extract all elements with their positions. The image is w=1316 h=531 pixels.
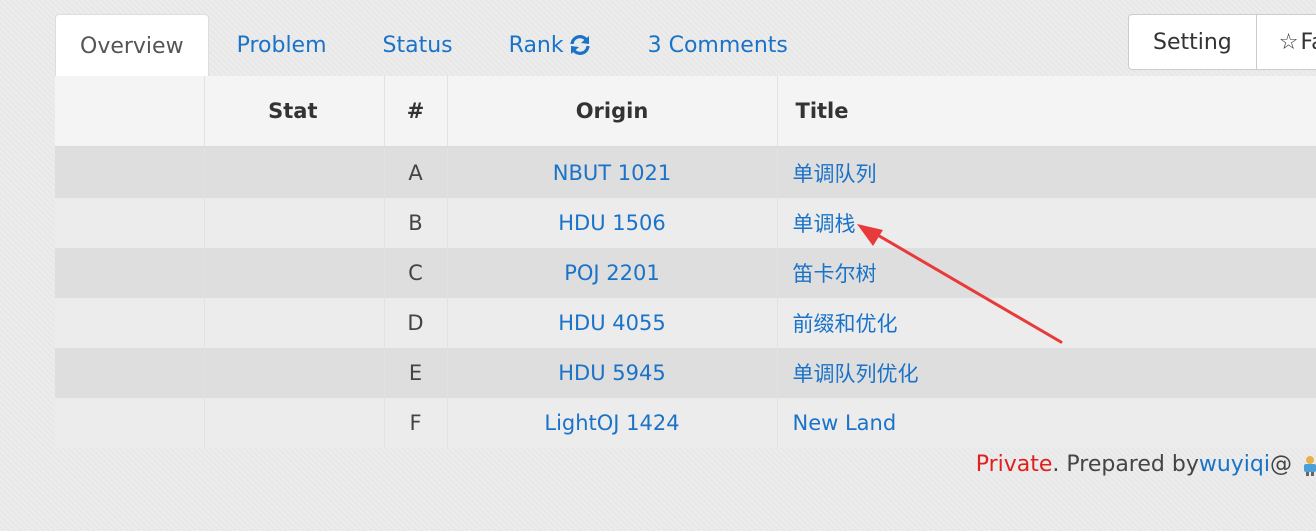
- problem-title-link[interactable]: 笛卡尔树: [793, 262, 877, 286]
- stat-cell: [204, 398, 385, 448]
- tab-comments-label: 3 Comments: [647, 32, 788, 58]
- problem-origin-link[interactable]: HDU 4055: [558, 311, 665, 335]
- problem-origin-link[interactable]: POJ 2201: [564, 261, 660, 285]
- tab-status-label: Status: [382, 32, 453, 58]
- row-blank-cell: [55, 147, 205, 198]
- header-origin[interactable]: Origin: [447, 76, 778, 148]
- problem-title-link[interactable]: 前缀和优化: [793, 312, 898, 336]
- tab-problem[interactable]: Problem: [209, 14, 355, 76]
- problem-index: C: [384, 248, 448, 298]
- author-link[interactable]: wuyiqi: [1199, 452, 1270, 477]
- star-icon: ☆: [1278, 29, 1299, 55]
- stat-cell: [204, 147, 385, 198]
- problem-origin-link[interactable]: NBUT 1021: [553, 161, 671, 185]
- table-row: A NBUT 1021 单调队列: [55, 147, 1316, 198]
- tab-comments[interactable]: 3 Comments: [620, 14, 816, 76]
- stat-cell: [204, 198, 385, 248]
- table-row: B HDU 1506 单调栈: [55, 198, 1316, 248]
- problem-index: A: [384, 147, 448, 198]
- table-row: E HDU 5945 单调队列优化: [55, 348, 1316, 398]
- header-title[interactable]: Title: [777, 76, 1316, 148]
- problem-title-link[interactable]: 单调队列: [793, 162, 877, 186]
- favorite-button-label: Fa: [1300, 29, 1316, 55]
- problem-origin-link[interactable]: LightOJ 1424: [544, 411, 679, 435]
- problem-origin-link[interactable]: HDU 1506: [558, 211, 665, 235]
- header-stat[interactable]: Stat: [204, 76, 385, 148]
- tab-overview[interactable]: Overview: [55, 14, 209, 77]
- problem-index: F: [384, 398, 448, 448]
- stat-cell: [204, 248, 385, 298]
- tab-problem-label: Problem: [236, 32, 327, 58]
- setting-button-label: Setting: [1153, 29, 1232, 55]
- tab-rank[interactable]: Rank: [481, 14, 620, 76]
- problem-title-link[interactable]: 单调栈: [793, 212, 856, 236]
- problem-table: Stat # Origin Title A NBUT 1021 单调队列 B H…: [55, 76, 1316, 448]
- row-blank-cell: [55, 398, 205, 448]
- problem-index: D: [384, 298, 448, 348]
- refresh-icon[interactable]: [568, 33, 592, 57]
- author-avatar-icon[interactable]: [1300, 454, 1316, 476]
- setting-button[interactable]: Setting: [1128, 14, 1257, 70]
- private-label: Private: [975, 452, 1053, 477]
- prepared-by-text: . Prepared by: [1052, 452, 1199, 477]
- problem-index: E: [384, 348, 448, 398]
- contest-page: Overview Problem Status Rank 3 Comments …: [0, 0, 1316, 531]
- contest-footer: Private . Prepared by wuyiqi @: [976, 452, 1316, 477]
- at-text: @: [1270, 452, 1292, 477]
- tab-overview-label: Overview: [80, 33, 184, 59]
- stat-cell: [204, 298, 385, 348]
- problem-title-link[interactable]: 单调队列优化: [793, 362, 919, 386]
- tab-rank-label: Rank: [508, 32, 564, 58]
- problem-table-container: Stat # Origin Title A NBUT 1021 单调队列 B H…: [55, 76, 1316, 448]
- contest-actions: Setting ☆ Fa: [1128, 14, 1316, 70]
- stat-cell: [204, 348, 385, 398]
- problem-origin-link[interactable]: HDU 5945: [558, 361, 665, 385]
- header-blank: [55, 76, 205, 148]
- row-blank-cell: [55, 298, 205, 348]
- header-index[interactable]: #: [384, 76, 448, 148]
- row-blank-cell: [55, 248, 205, 298]
- table-row: F LightOJ 1424 New Land: [55, 398, 1316, 448]
- tab-status[interactable]: Status: [355, 14, 481, 76]
- favorite-button[interactable]: ☆ Fa: [1256, 14, 1316, 70]
- contest-tabs: Overview Problem Status Rank 3 Comments: [55, 14, 816, 77]
- row-blank-cell: [55, 348, 205, 398]
- table-row: C POJ 2201 笛卡尔树: [55, 248, 1316, 298]
- table-row: D HDU 4055 前缀和优化: [55, 298, 1316, 348]
- row-blank-cell: [55, 198, 205, 248]
- problem-index: B: [384, 198, 448, 248]
- table-header-row: Stat # Origin Title: [55, 76, 1316, 148]
- problem-title-link[interactable]: New Land: [793, 411, 897, 435]
